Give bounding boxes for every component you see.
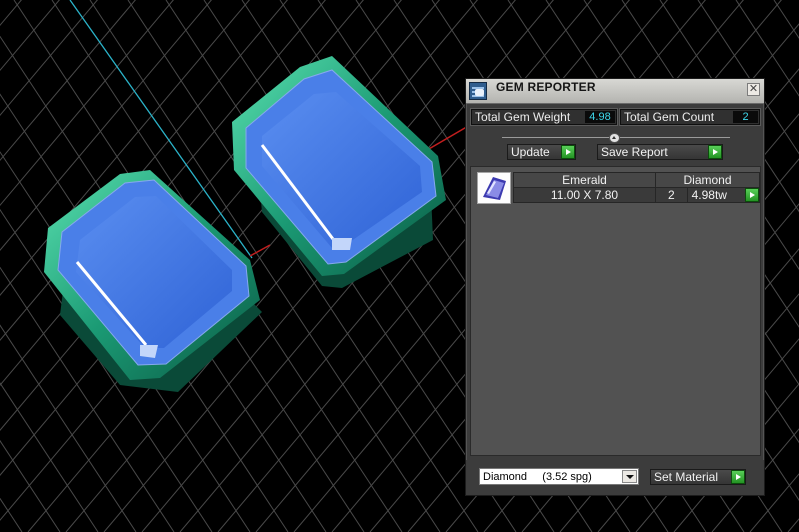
gem-material: Diamond (655, 172, 760, 188)
gem-table: Emerald Diamond 11.00 X 7.80 2 4.98tw (513, 172, 761, 203)
material-select[interactable]: Diamond (3.52 spg) (479, 468, 639, 485)
total-gem-weight-value: 4.98 (585, 111, 615, 123)
green-arrow-icon (561, 145, 575, 159)
chevron-down-icon[interactable] (622, 470, 637, 483)
panel-resize-slider[interactable] (502, 133, 730, 143)
gem-shape: Emerald (513, 172, 656, 188)
gem-row-go-button[interactable] (745, 188, 759, 202)
update-button[interactable]: Update (507, 144, 576, 160)
panel-titlebar[interactable]: GEM REPORTER ✕ (466, 79, 764, 104)
panel-title: GEM REPORTER (496, 80, 596, 94)
gem-size: 11.00 X 7.80 (513, 187, 656, 203)
gem-count: 2 (655, 187, 688, 203)
set-material-button[interactable]: Set Material (650, 469, 746, 485)
material-select-value: Diamond (3.52 spg) (483, 471, 592, 483)
save-report-label: Save Report (601, 145, 668, 159)
total-gem-weight-label: Total Gem Weight (475, 110, 571, 124)
total-gem-weight: Total Gem Weight 4.98 (471, 109, 617, 125)
total-gem-count-value: 2 (733, 111, 758, 123)
total-gem-count-label: Total Gem Count (624, 110, 715, 124)
green-arrow-icon (731, 470, 745, 484)
green-arrow-icon (708, 145, 722, 159)
gem-results-list: Emerald Diamond 11.00 X 7.80 2 4.98tw (470, 166, 761, 456)
total-gem-count: Total Gem Count 2 (620, 109, 760, 125)
gem-reporter-panel: GEM REPORTER ✕ Total Gem Weight 4.98 Tot… (465, 78, 765, 496)
set-material-label: Set Material (654, 470, 719, 484)
save-report-button[interactable]: Save Report (597, 144, 723, 160)
close-icon[interactable]: ✕ (747, 83, 760, 96)
gem-reporter-icon (469, 82, 487, 100)
gem-thumbnail[interactable] (477, 172, 511, 204)
update-button-label: Update (511, 145, 550, 159)
gem-weight: 4.98tw (691, 188, 727, 202)
gem-weight-cell: 4.98tw (686, 187, 761, 203)
